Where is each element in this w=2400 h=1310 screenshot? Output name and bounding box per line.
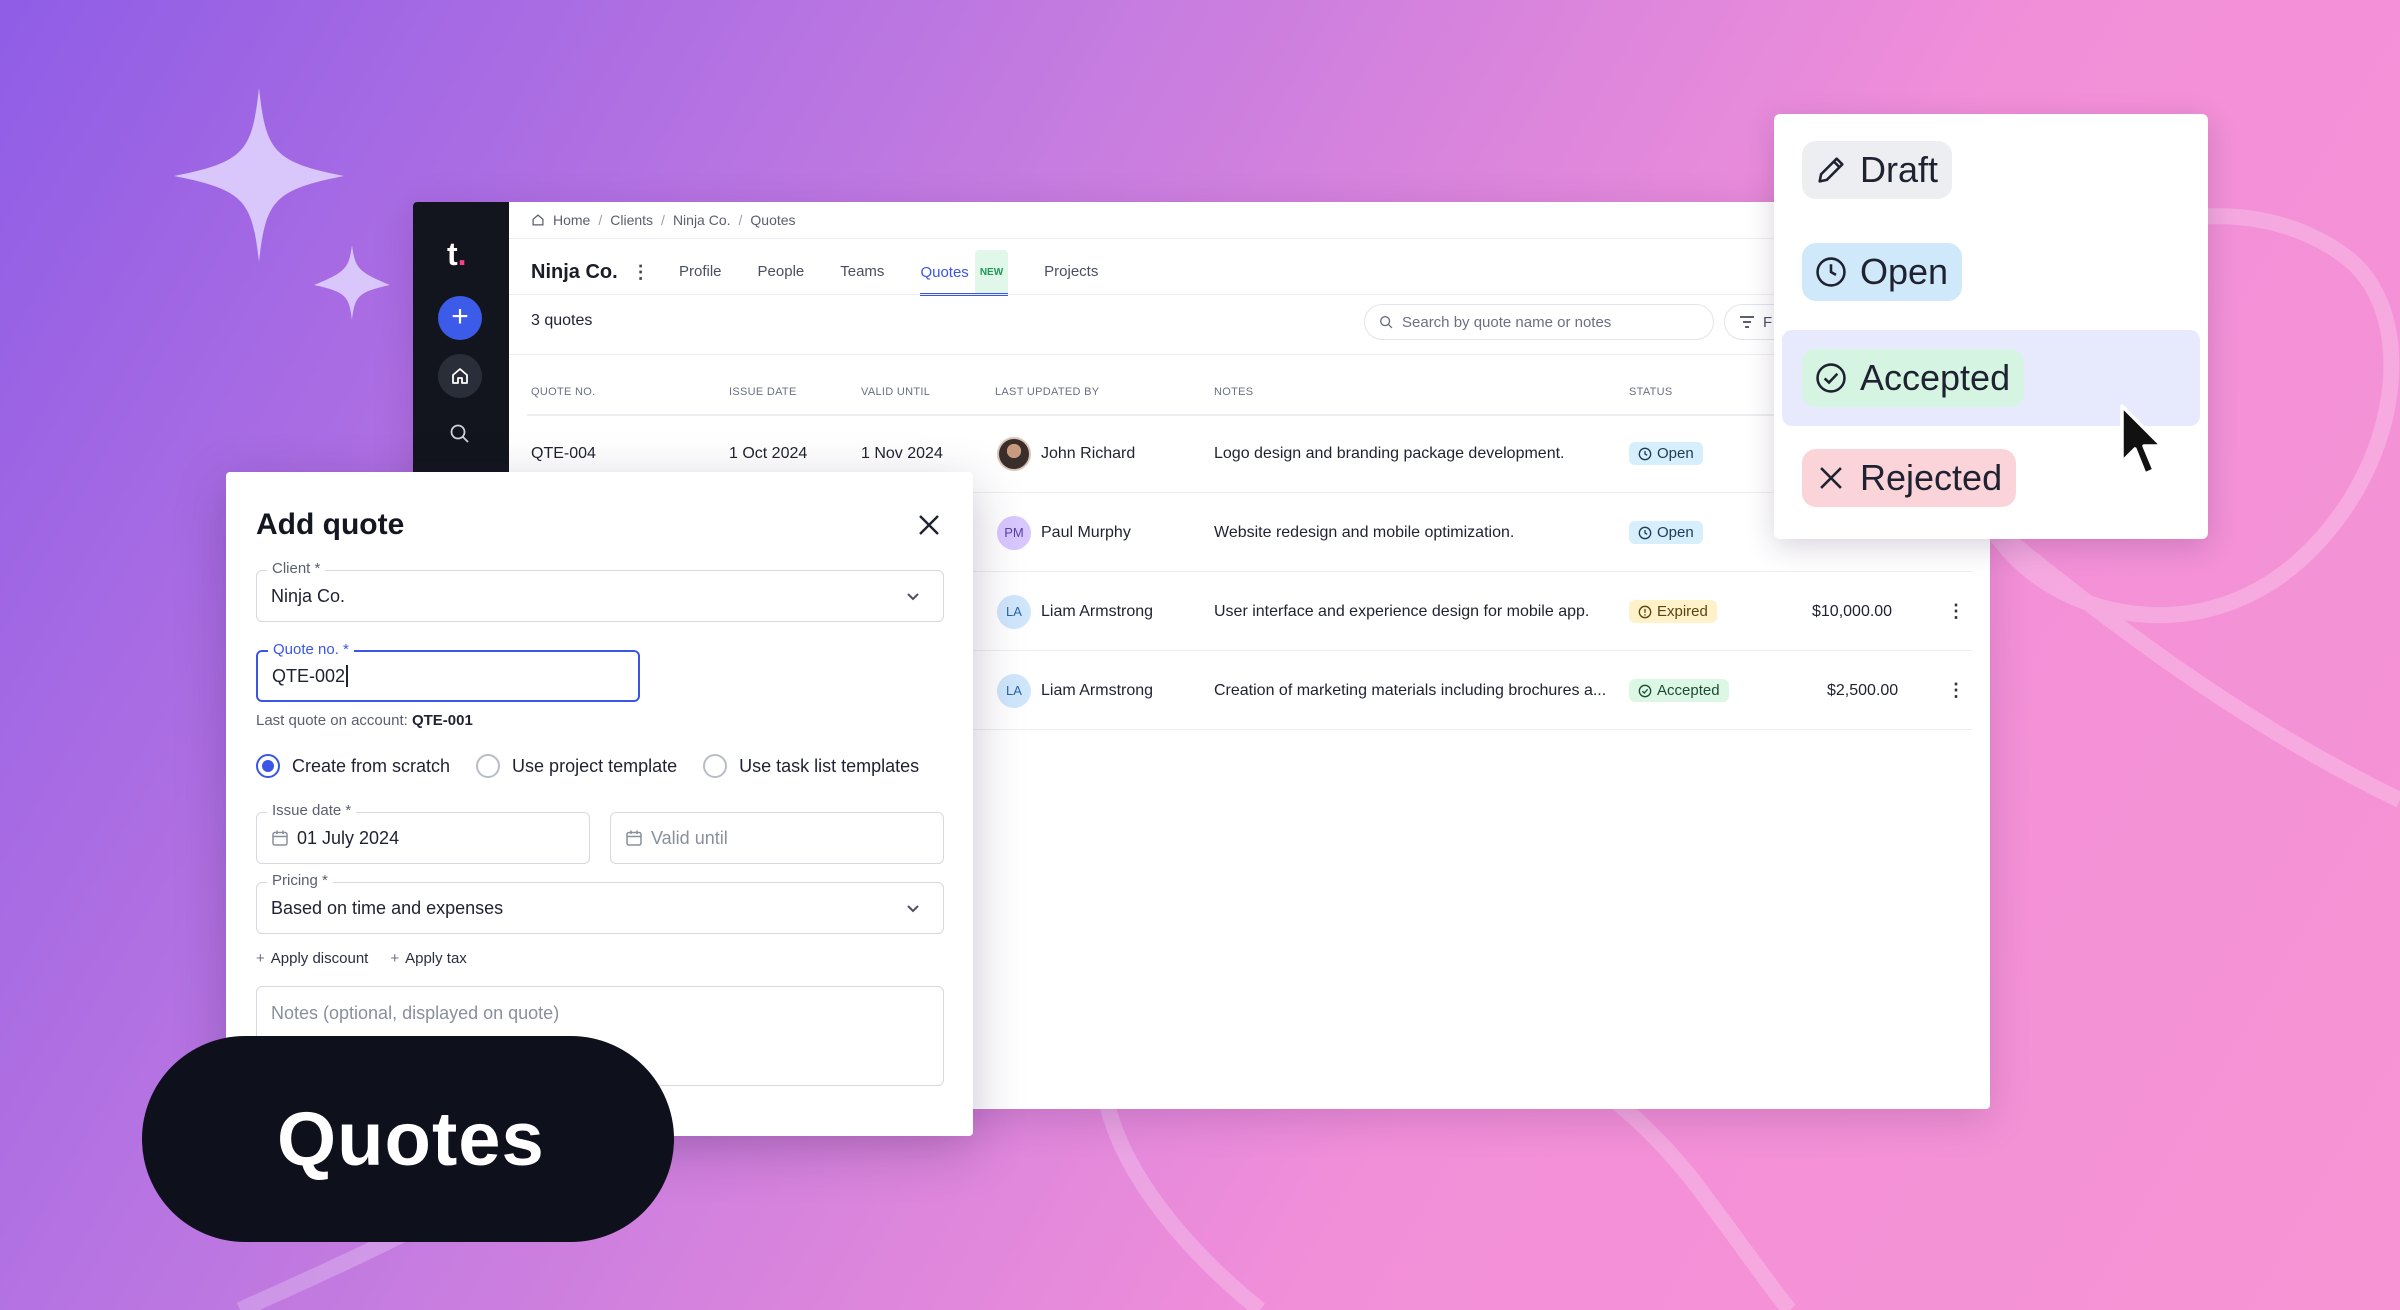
clock-icon [1638,526,1652,539]
pricing-select[interactable]: Pricing * Based on time and expenses [256,872,944,934]
apply-discount-button[interactable]: + Apply discount [256,950,368,967]
client-label: Client * [267,560,326,577]
updated-by: John Richard [1041,444,1136,462]
chevron-down-icon [907,593,919,601]
status-badge[interactable]: Open [1629,442,1703,465]
pencil-icon [1818,157,1844,183]
avatar: PM [997,515,1031,550]
tab-bar: Profile People Teams Quotes NEW Projects [679,250,1098,296]
breadcrumb-home[interactable]: Home [553,212,590,228]
calendar-icon [625,829,643,847]
quote-number-label: Quote no. * [268,641,354,658]
status-option-draft[interactable]: Draft [1782,122,2200,218]
filter-icon [1740,316,1754,328]
search-icon [1380,315,1393,328]
breadcrumb-client[interactable]: Ninja Co. [673,212,731,228]
updated-by: Liam Armstrong [1041,681,1154,699]
valid-until-input[interactable]: Valid until [610,812,944,864]
quote-notes: Logo design and branding package develop… [1214,444,1565,462]
tab-quotes[interactable]: Quotes NEW [920,250,1009,296]
status-badge[interactable]: Open [1629,521,1703,544]
x-icon [1820,467,1842,489]
quote-notes: User interface and experience design for… [1214,602,1590,620]
last-quote-hint: Last quote on account: QTE-001 [256,712,473,729]
column-header-valid-until[interactable]: VALID UNTIL [861,386,930,398]
quote-amount: $2,500.00 [1827,681,1899,699]
quote-count: 3 quotes [531,312,593,329]
new-badge: NEW [974,250,1009,296]
updated-by: Liam Armstrong [1041,602,1154,620]
search-icon[interactable] [438,412,482,456]
page-title: Ninja Co. [531,260,618,283]
template-options: Create from scratch Use project template… [256,754,919,778]
clock-icon [1816,257,1846,287]
radio-task-list-templates[interactable]: Use task list templates [703,754,919,778]
breadcrumb-clients[interactable]: Clients [610,212,653,228]
chevron-down-icon [907,905,919,913]
avatar: LA [997,594,1031,629]
quote-number-input[interactable]: Quote no. * QTE-002 [256,641,640,702]
column-header-quote-no[interactable]: QUOTE NO. [531,386,595,398]
issue-date-label: Issue date * [267,802,357,819]
app-logo[interactable]: t. [447,236,467,273]
mouse-cursor-icon [2120,404,2164,476]
row-menu-icon[interactable]: ⋮ [1947,651,1965,730]
column-header-status[interactable]: STATUS [1629,386,1673,398]
column-header-notes[interactable]: NOTES [1214,386,1253,398]
dialog-title: Add quote [256,508,405,541]
client-select[interactable]: Client * Ninja Co. [256,560,944,622]
close-icon[interactable] [916,512,942,538]
updated-by: Paul Murphy [1041,523,1131,541]
quote-notes: Creation of marketing materials includin… [1214,681,1607,699]
breadcrumb: Home / Clients / Ninja Co. / Quotes [531,212,796,228]
check-circle-icon [1816,363,1846,393]
feature-label: Quotes [142,1036,674,1242]
status-option-open[interactable]: Open [1782,224,2200,320]
quote-amount: $10,000.00 [1812,602,1893,620]
column-header-issue-date[interactable]: ISSUE DATE [729,386,797,398]
home-icon[interactable] [438,354,482,398]
tab-profile[interactable]: Profile [679,250,722,294]
info-icon [1638,605,1652,618]
status-badge[interactable]: Expired [1629,600,1717,623]
status-badge[interactable]: Accepted [1629,679,1729,702]
check-circle-icon [1638,684,1652,697]
issue-date-input[interactable]: Issue date * 01 July 2024 [256,802,590,864]
avatar [997,436,1031,471]
pricing-label: Pricing * [267,872,333,889]
pricing-actions: + Apply discount + Apply tax [256,950,467,967]
avatar: LA [997,673,1031,708]
apply-tax-button[interactable]: + Apply tax [390,950,466,967]
more-options-icon[interactable]: ⋮ [632,262,650,283]
search-input[interactable]: Search by quote name or notes [1364,304,1714,340]
home-icon [532,214,544,226]
column-header-updated-by[interactable]: LAST UPDATED BY [995,386,1099,398]
tab-people[interactable]: People [758,250,805,294]
radio-create-from-scratch[interactable]: Create from scratch [256,754,450,778]
quote-notes: Website redesign and mobile optimization… [1214,523,1515,541]
clock-icon [1638,447,1652,460]
radio-project-template[interactable]: Use project template [476,754,677,778]
sparkle-icon [174,88,390,320]
create-button[interactable]: + [438,296,482,340]
breadcrumb-current: Quotes [750,212,796,228]
row-menu-icon[interactable]: ⋮ [1947,572,1965,651]
tab-projects[interactable]: Projects [1044,250,1098,294]
tab-teams[interactable]: Teams [840,250,884,294]
calendar-icon [271,829,289,847]
